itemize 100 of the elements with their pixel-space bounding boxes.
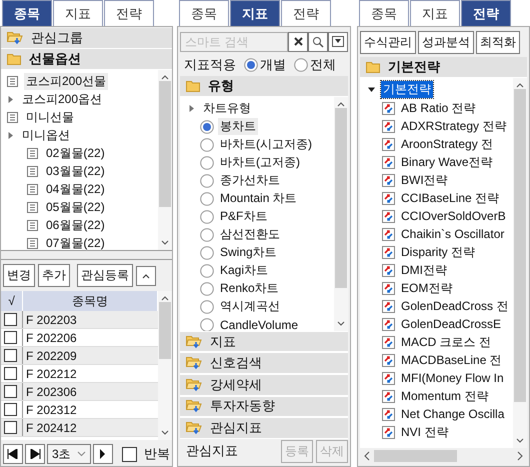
radio-button[interactable] [200,120,214,134]
tree-item[interactable]: 07월물(22) [44,234,107,250]
tree-item[interactable]: 02월물(22) [44,144,107,162]
tree-item[interactable]: BWI전략 [401,172,448,188]
scrollbar[interactable] [158,291,172,440]
checkbox[interactable] [4,313,17,326]
tree-item[interactable]: 05월물(22) [44,198,107,216]
radio-button[interactable] [200,282,214,296]
toolbar-button[interactable]: 추가 [38,264,70,287]
scrollbar[interactable] [158,70,172,250]
tree-item[interactable]: Chaikin`s Oscillator [401,227,504,241]
radio-button[interactable] [200,138,214,152]
folder-row[interactable]: 투자자동향 [180,396,348,418]
toolbar-button[interactable]: 성과분석 [418,31,474,54]
radio-button[interactable] [294,58,308,72]
radio-button[interactable] [200,246,214,260]
checkbox[interactable] [122,446,137,462]
tree-item[interactable]: Momentum 전략 [401,388,488,404]
first-button[interactable] [3,444,23,464]
tab[interactable]: 종목 [359,0,409,26]
tree-item[interactable]: 03월물(22) [44,162,107,180]
scroll-down-icon[interactable] [159,239,171,247]
interval-dropdown[interactable]: 3초 [47,444,91,464]
scroll-up-icon[interactable] [159,73,171,81]
tree-item[interactable]: Disparity 전략 [401,244,476,260]
tree-item[interactable]: 기본전략 [381,81,433,98]
radio-button[interactable] [200,264,214,278]
radio-button[interactable] [200,228,214,242]
toolbar-button[interactable]: 변경 [3,264,35,287]
tree-item[interactable]: CCIBaseLine 전략 [401,190,500,206]
scroll-up-icon[interactable] [514,81,526,89]
tree-item[interactable]: Renko차트 [218,280,281,297]
tab[interactable]: 지표 [230,0,280,26]
folder-row[interactable]: 신호검색 [180,352,348,374]
toolbar-button[interactable]: 관심등록 [77,264,133,287]
toolbar-button[interactable]: 최적화 [476,31,520,54]
tab[interactable]: 지표 [410,0,460,26]
radio-button[interactable] [200,300,214,314]
tab[interactable]: 전략 [461,0,511,26]
scroll-right-icon[interactable] [516,451,524,461]
scroll-up-icon[interactable] [159,294,171,302]
tree-item[interactable]: 차트유형 [201,100,253,116]
radio-button[interactable] [200,318,214,331]
radio-button[interactable] [244,58,258,72]
expand-arrow-icon[interactable] [368,86,375,93]
tree-item[interactable]: Swing차트 [218,244,279,261]
tree-item[interactable]: CandleVolume [218,318,300,331]
scroll-down-icon[interactable] [335,320,347,328]
tree-item[interactable]: 미니옵션 [20,126,72,144]
scroll-down-icon[interactable] [514,437,526,445]
scroll-down-icon[interactable] [159,429,171,437]
tree-item[interactable]: Kagi차트 [218,262,270,279]
horizontal-scrollbar[interactable] [360,448,527,464]
radio-button[interactable] [200,192,214,206]
tab[interactable]: 전략 [104,0,154,26]
radio-button[interactable] [200,174,214,188]
tree-item[interactable]: MFI(Money Flow In [401,371,504,385]
checkbox[interactable] [4,421,17,434]
checkbox[interactable] [4,331,17,344]
tab[interactable]: 전략 [281,0,331,26]
tree-item[interactable]: DMI전략 [401,262,447,278]
radio-button[interactable] [200,210,214,224]
search-button[interactable] [308,32,328,52]
tree-item[interactable]: 봉차트 [218,118,258,135]
tree-item[interactable]: MACD 크로스 전 [401,334,491,350]
tree-item[interactable]: CCIOverSoldOverB [401,209,506,223]
tree-item[interactable]: AB Ratio 전략 [401,100,476,116]
tree-item[interactable]: Mountain 차트 [218,190,299,207]
folder-row[interactable]: 지표 [180,330,348,352]
tree-item[interactable]: 역시계곡선 [218,298,282,315]
collapse-button[interactable] [136,266,156,286]
tree-item[interactable]: 종가선차트 [218,172,282,189]
tree-item[interactable]: AroonStrategy 전 [401,136,494,152]
scroll-left-icon[interactable] [363,451,371,461]
tab[interactable]: 종목 [179,0,229,26]
tree-item[interactable]: MACDBaseLine 전 [401,352,502,368]
scrollbar[interactable] [513,78,527,448]
last-button[interactable] [25,444,45,464]
tree-item[interactable]: GolenDeadCross 전 [401,298,508,314]
tree-item[interactable]: 04월물(22) [44,180,107,198]
dropdown-button[interactable] [328,32,348,52]
radio-button[interactable] [200,156,214,170]
toolbar-button[interactable]: 수식관리 [360,31,416,54]
tree-item[interactable]: 바차트(시고저종) [218,136,314,153]
clear-button[interactable] [288,32,308,52]
tree-item[interactable]: EOM전략 [401,280,452,296]
tree-item[interactable]: ADXRStrategy 전략 [401,118,506,134]
scroll-up-icon[interactable] [335,100,347,108]
tree-item[interactable]: 삼선전환도 [218,226,282,243]
tab[interactable]: 종목 [2,0,52,26]
tree-item[interactable]: GolenDeadCrossE [401,317,502,331]
scrollbar[interactable] [334,96,348,331]
tree-item[interactable]: 06월물(22) [44,216,107,234]
checkbox[interactable] [4,349,17,362]
tree-item[interactable]: NVI 전략 [401,424,448,440]
tree-item[interactable]: Binary Wave전략 [401,154,493,170]
tree-item[interactable]: 미니선물 [24,108,76,126]
section-header[interactable]: 유형 [180,76,348,96]
checkbox[interactable] [4,367,17,380]
group-header[interactable]: 관심그룹 [1,28,172,49]
